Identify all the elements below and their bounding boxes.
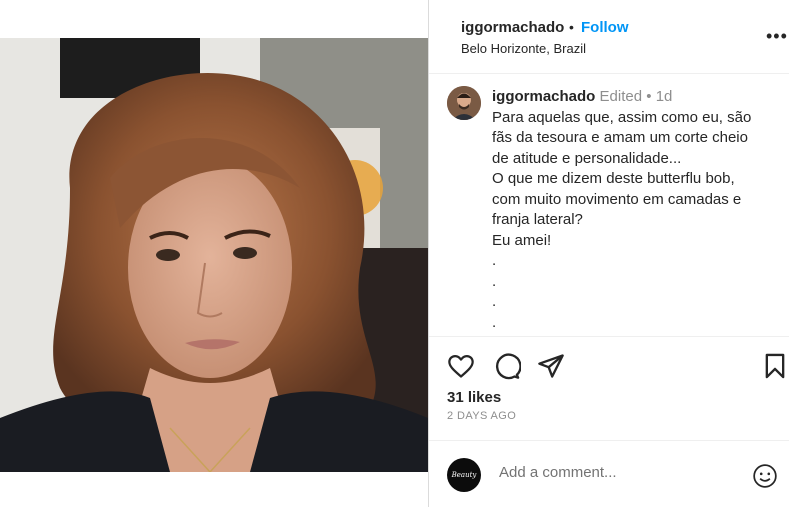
edited-label: Edited xyxy=(599,88,643,105)
caption-line: de atitude e personalidade... xyxy=(492,149,682,167)
post-location[interactable]: Belo Horizonte, Brazil xyxy=(461,41,586,56)
caption-line: . xyxy=(492,252,497,269)
bookmark-icon[interactable] xyxy=(761,352,789,380)
caption-line: com muito movimento em camadas e xyxy=(492,190,742,208)
comment-input[interactable] xyxy=(497,463,741,482)
comments-panel[interactable]: iggormachado Edited • 1d Para aquelas qu… xyxy=(429,74,789,337)
post-header: iggormachado • Follow Belo Horizonte, Br… xyxy=(429,0,789,74)
author-avatar[interactable] xyxy=(447,86,481,120)
comment-icon[interactable] xyxy=(493,352,522,380)
meta-separator: • xyxy=(646,88,652,105)
caption-line: franja lateral? xyxy=(492,211,583,228)
caption-age[interactable]: 1d xyxy=(656,88,673,105)
action-bar xyxy=(429,337,789,385)
caption-username[interactable]: iggormachado xyxy=(492,88,595,105)
likes-count[interactable]: 31 likes xyxy=(447,389,501,406)
caption-line: fãs da tesoura e amam um corte cheio xyxy=(492,129,748,146)
heart-icon[interactable] xyxy=(447,352,475,380)
caption-line: . xyxy=(492,272,497,290)
current-user-avatar: Beauty xyxy=(447,458,481,492)
add-comment-bar: Beauty xyxy=(429,440,789,508)
follow-button[interactable]: Follow xyxy=(581,19,629,36)
post-photo[interactable] xyxy=(0,38,428,472)
post-media-area xyxy=(0,0,428,507)
caption-line: O que me dizem deste butterflu bob, xyxy=(492,170,735,187)
header-separator: • xyxy=(569,19,574,35)
avatar-image xyxy=(447,86,481,120)
caption-line: Para aquelas que, assim como eu, são xyxy=(492,108,752,126)
caption: iggormachado Edited • 1d Para aquelas qu… xyxy=(492,87,777,333)
author-username[interactable]: iggormachado xyxy=(461,19,564,36)
caption-line: Eu amei! xyxy=(492,231,552,249)
more-options-icon[interactable]: ••• xyxy=(766,26,788,47)
caption-line: . xyxy=(492,313,497,331)
post-sidebar: iggormachado • Follow Belo Horizonte, Br… xyxy=(428,0,789,507)
emoji-icon[interactable] xyxy=(752,463,778,489)
portrait-image xyxy=(0,38,428,472)
share-icon[interactable] xyxy=(537,352,565,380)
post-timestamp[interactable]: 2 DAYS AGO xyxy=(447,410,516,422)
caption-line: . xyxy=(492,293,497,310)
